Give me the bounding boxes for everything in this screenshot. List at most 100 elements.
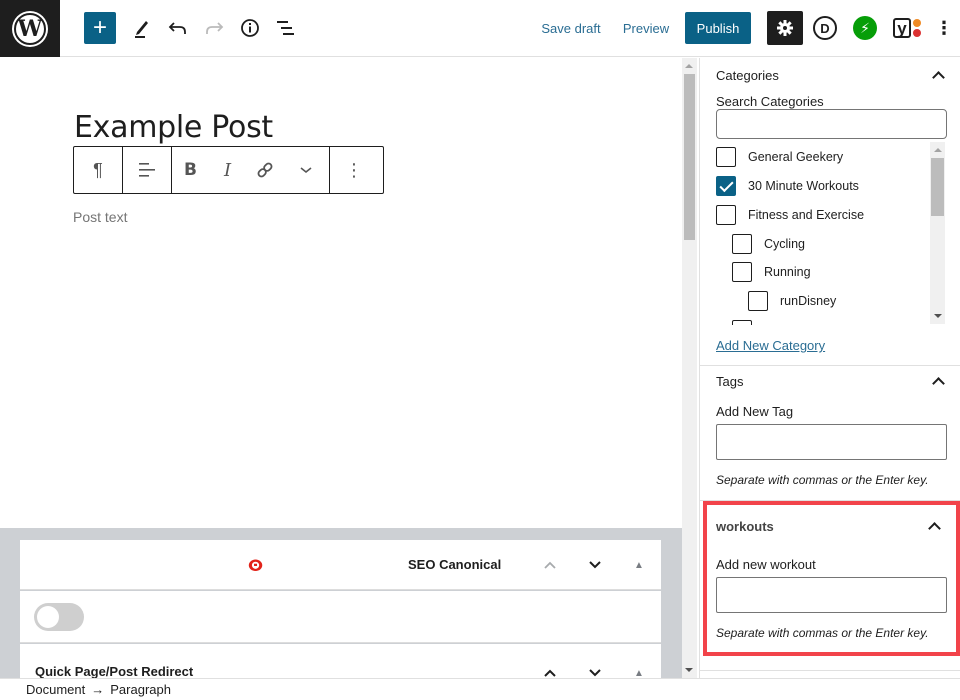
category-list: General Geekery 30 Minute Workouts Fitne… <box>716 142 947 325</box>
categories-panel: Categories Search Categories General Gee… <box>700 58 960 366</box>
scroll-down-arrow-icon[interactable] <box>685 668 693 672</box>
toggle-panel-button[interactable]: ▲ <box>627 662 651 679</box>
search-categories-input[interactable] <box>716 109 947 139</box>
yoast-seo-button[interactable]: y <box>890 12 924 44</box>
breadcrumb-paragraph[interactable]: Paragraph <box>110 682 171 697</box>
yoast-icon: y <box>893 18 911 38</box>
divi-icon: D <box>813 16 837 40</box>
chevron-up-icon[interactable] <box>931 374 945 388</box>
move-down-button[interactable] <box>583 554 607 576</box>
link-button[interactable] <box>246 147 283 193</box>
chevron-down-icon <box>589 561 601 569</box>
panel-title[interactable]: Tags <box>716 374 743 389</box>
category-item[interactable]: Running <box>732 262 811 282</box>
chevron-up-icon <box>544 669 556 677</box>
align-button[interactable] <box>123 147 171 193</box>
scroll-down-arrow-icon[interactable] <box>934 314 942 318</box>
scrollbar-thumb[interactable] <box>931 158 944 216</box>
vertical-ellipsis-icon: ⋮ <box>345 159 363 180</box>
bold-button[interactable]: B <box>172 147 209 193</box>
add-tag-label: Add New Tag <box>716 404 794 419</box>
preview-button[interactable]: Preview <box>618 12 674 44</box>
category-list-scrollbar[interactable] <box>930 142 945 324</box>
category-label: runDisney <box>780 294 837 308</box>
jetpack-icon: ⚡ <box>853 16 877 40</box>
redo-button[interactable] <box>200 12 228 44</box>
move-up-button[interactable] <box>538 554 562 576</box>
category-checkbox[interactable] <box>716 205 736 225</box>
category-checkbox[interactable] <box>732 234 752 254</box>
details-button[interactable] <box>236 12 264 44</box>
pencil-icon <box>135 21 148 38</box>
chevron-up-icon[interactable] <box>931 68 945 82</box>
category-label: Running <box>764 265 811 279</box>
category-item[interactable]: runDisney <box>748 291 836 311</box>
more-formats-button[interactable] <box>283 147 329 193</box>
italic-button[interactable]: I <box>209 147 246 193</box>
settings-sidebar: Categories Search Categories General Gee… <box>699 58 960 678</box>
category-label: 30 Minute Workouts <box>748 179 859 193</box>
category-checkbox[interactable] <box>716 176 736 196</box>
editor-scrollbar[interactable] <box>682 58 697 678</box>
wordpress-logo-icon: W <box>14 12 46 45</box>
chevron-up-icon <box>544 561 556 569</box>
category-checkbox[interactable] <box>716 147 736 167</box>
plus-icon: + <box>92 14 107 41</box>
add-tag-input[interactable] <box>716 424 947 460</box>
add-new-category-link[interactable]: Add New Category <box>716 338 825 353</box>
quick-redirect-metabox: Quick Page/Post Redirect ▲ <box>20 644 661 678</box>
category-item[interactable]: Fitness and Exercise <box>716 205 864 225</box>
block-breadcrumb: Document → Paragraph <box>0 678 960 700</box>
add-block-button[interactable]: + <box>84 12 116 44</box>
category-checkbox[interactable] <box>732 320 752 325</box>
move-up-button[interactable] <box>538 662 562 678</box>
paragraph-icon: ¶ <box>93 159 103 180</box>
move-down-button[interactable] <box>583 662 607 678</box>
seo-canonical-metabox: ⵙ SEO Canonical ▲ <box>20 540 661 590</box>
vertical-ellipsis-icon: ⋮ <box>935 17 953 38</box>
jetpack-plugin-button[interactable]: ⚡ <box>852 12 878 44</box>
scroll-up-arrow-icon[interactable] <box>685 64 693 68</box>
toggle-panel-button[interactable]: ▲ <box>627 554 651 576</box>
category-label: General Geekery <box>748 150 844 164</box>
block-options-button[interactable]: ⋮ <box>330 147 378 193</box>
settings-button[interactable] <box>767 11 803 45</box>
category-label: Fitness and Exercise <box>748 208 865 222</box>
publish-button[interactable]: Publish <box>685 12 751 44</box>
category-item-partial[interactable] <box>732 320 764 325</box>
meta-boxes-area: ⵙ SEO Canonical ▲ Quick Page/Post Redire… <box>0 528 682 678</box>
category-checkbox[interactable] <box>732 262 752 282</box>
scrollbar-thumb[interactable] <box>684 74 695 240</box>
breadcrumb-document[interactable]: Document <box>26 682 85 697</box>
metabox-title[interactable]: Quick Page/Post Redirect <box>35 664 193 678</box>
tags-panel: Tags Add New Tag Separate with commas or… <box>700 366 960 501</box>
category-item[interactable]: 30 Minute Workouts <box>716 176 859 196</box>
search-categories-label: Search Categories <box>716 94 824 109</box>
divi-plugin-button[interactable]: D <box>812 12 838 44</box>
panel-title[interactable]: Categories <box>716 68 779 83</box>
triangle-up-icon: ▲ <box>634 667 644 679</box>
paragraph-block-button[interactable]: ¶ <box>74 147 122 193</box>
more-options-button[interactable]: ⋮ <box>934 12 954 44</box>
metabox-title[interactable]: SEO Canonical <box>408 557 501 572</box>
undo-icon <box>168 22 186 34</box>
align-left-icon <box>139 163 155 177</box>
gear-icon <box>777 20 793 36</box>
category-item[interactable]: Cycling <box>732 234 805 254</box>
wordpress-logo-button[interactable]: W <box>0 0 60 57</box>
yoast-score-dots <box>913 19 921 37</box>
redo-icon <box>206 22 224 34</box>
tools-button[interactable] <box>128 12 156 44</box>
triangle-up-icon: ▲ <box>634 559 644 571</box>
paragraph-block[interactable]: Post text <box>73 209 127 225</box>
category-item[interactable]: General Geekery <box>716 147 843 167</box>
save-draft-button[interactable]: Save draft <box>536 12 606 44</box>
canonical-toggle[interactable] <box>34 603 84 631</box>
undo-button[interactable] <box>164 12 192 44</box>
scroll-up-arrow-icon[interactable] <box>934 148 942 152</box>
block-toolbar: ¶ B I ⋮ <box>73 146 384 194</box>
post-title[interactable]: Example Post <box>74 110 273 145</box>
category-checkbox[interactable] <box>748 291 768 311</box>
seo-canonical-content <box>20 591 661 643</box>
list-view-button[interactable] <box>272 12 300 44</box>
